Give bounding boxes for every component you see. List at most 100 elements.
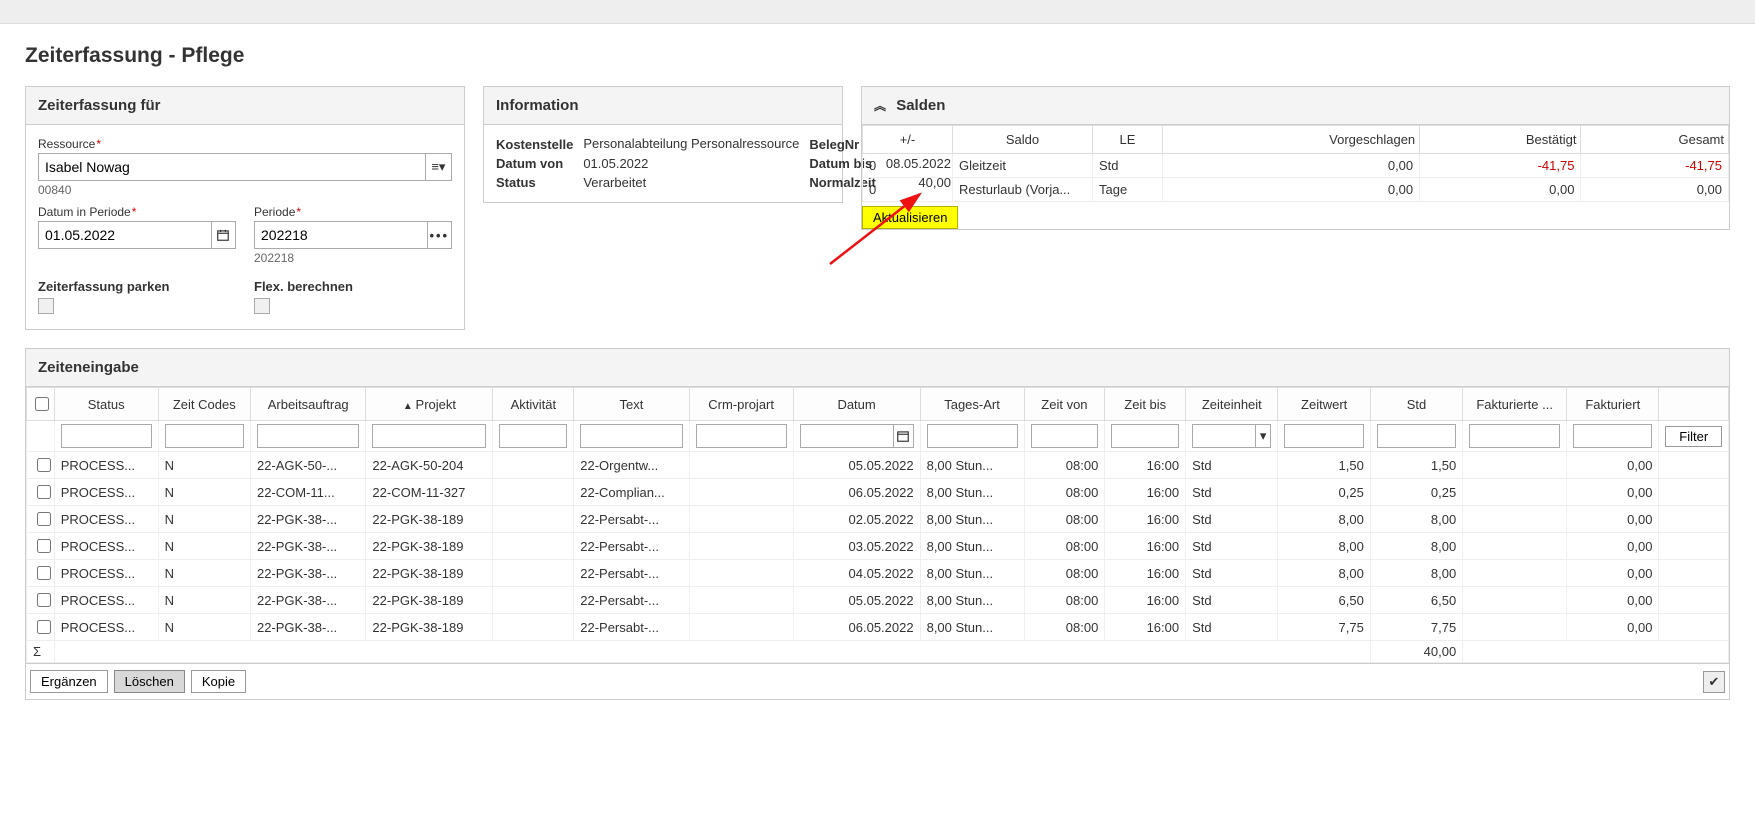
- filter-einheit-dd[interactable]: ▾: [1256, 424, 1272, 448]
- table-row[interactable]: PROCESS...N22-PGK-38-...22-PGK-38-18922-…: [27, 587, 1729, 614]
- sal-le: Std: [1093, 154, 1163, 178]
- cell-projekt: 22-PGK-38-189: [366, 560, 493, 587]
- filter-von[interactable]: [1031, 424, 1099, 448]
- sal-h-le[interactable]: LE: [1093, 126, 1163, 154]
- grid-h-von[interactable]: Zeit von: [1024, 388, 1105, 421]
- filter-status[interactable]: [61, 424, 152, 448]
- grid-h-wert[interactable]: Zeitwert: [1278, 388, 1370, 421]
- cell-crm: [689, 479, 793, 506]
- grid-h-select[interactable]: [27, 388, 55, 421]
- grid-h-bis[interactable]: Zeit bis: [1105, 388, 1186, 421]
- cell-text: 22-Persabt-...: [574, 560, 689, 587]
- table-row[interactable]: PROCESS...N22-AGK-50-...22-AGK-50-20422-…: [27, 452, 1729, 479]
- cell-von: 08:00: [1024, 479, 1105, 506]
- select-all-checkbox[interactable]: [35, 397, 49, 411]
- cell-aktiv: [493, 452, 574, 479]
- table-row[interactable]: PROCESS...N22-PGK-38-...22-PGK-38-18922-…: [27, 533, 1729, 560]
- cell-codes: N: [158, 479, 250, 506]
- add-button[interactable]: Ergänzen: [30, 670, 108, 693]
- filter-fakt[interactable]: [1573, 424, 1652, 448]
- cell-fakt: 0,00: [1567, 560, 1659, 587]
- flex-checkbox[interactable]: [254, 298, 270, 314]
- refresh-button[interactable]: Aktualisieren: [862, 206, 958, 229]
- grid-confirm-button[interactable]: ✔: [1703, 671, 1725, 693]
- ressource-input[interactable]: [38, 153, 426, 181]
- filter-codes[interactable]: [165, 424, 244, 448]
- ressource-sub: 00840: [38, 183, 452, 197]
- sal-h-best[interactable]: Bestätigt: [1420, 126, 1581, 154]
- table-row[interactable]: PROCESS...N22-COM-11...22-COM-11-32722-C…: [27, 479, 1729, 506]
- grid-h-status[interactable]: Status: [54, 388, 158, 421]
- row-checkbox[interactable]: [37, 458, 51, 472]
- panel3-header[interactable]: ︽ Salden: [862, 87, 1729, 125]
- filter-button[interactable]: Filter: [1665, 426, 1722, 447]
- grid-h-tagesart[interactable]: Tages-Art: [920, 388, 1024, 421]
- row-checkbox[interactable]: [37, 620, 51, 634]
- cell-bis: 16:00: [1105, 452, 1186, 479]
- datum-calendar-button[interactable]: [212, 221, 236, 249]
- cell-text: 22-Orgentw...: [574, 452, 689, 479]
- cell-std: 8,00: [1370, 533, 1462, 560]
- table-row[interactable]: PROCESS...N22-PGK-38-...22-PGK-38-18922-…: [27, 614, 1729, 641]
- grid-h-projekt[interactable]: Projekt: [366, 388, 493, 421]
- sal-h-pm[interactable]: +/-: [863, 126, 953, 154]
- sal-saldo: Gleitzeit: [953, 154, 1093, 178]
- park-checkbox[interactable]: [38, 298, 54, 314]
- sal-pm: 0: [863, 178, 953, 202]
- copy-button[interactable]: Kopie: [191, 670, 246, 693]
- cell-wert: 8,00: [1278, 533, 1370, 560]
- grid-h-std[interactable]: Std: [1370, 388, 1462, 421]
- filter-datum[interactable]: [800, 424, 894, 448]
- ressource-lookup-button[interactable]: ≡▾: [426, 153, 452, 181]
- filter-text[interactable]: [580, 424, 682, 448]
- filter-std[interactable]: [1377, 424, 1456, 448]
- calendar-icon: [896, 429, 910, 443]
- sal-h-vorg[interactable]: Vorgeschlagen: [1163, 126, 1420, 154]
- sal-h-saldo[interactable]: Saldo: [953, 126, 1093, 154]
- status-label: Status: [496, 175, 573, 190]
- cell-fakts: [1463, 533, 1567, 560]
- row-checkbox[interactable]: [37, 593, 51, 607]
- datum-input[interactable]: [38, 221, 212, 249]
- row-checkbox[interactable]: [37, 539, 51, 553]
- row-checkbox[interactable]: [37, 566, 51, 580]
- sal-h-ges[interactable]: Gesamt: [1581, 126, 1729, 154]
- von-label: Datum von: [496, 156, 573, 171]
- filter-datum-cal-button[interactable]: [894, 424, 914, 448]
- app-top-bar: [0, 0, 1755, 24]
- periode-lookup-button[interactable]: •••: [428, 221, 452, 249]
- cell-std: 8,00: [1370, 560, 1462, 587]
- grid-h-crm[interactable]: Crm-projart: [689, 388, 793, 421]
- grid-h-fakt[interactable]: Fakturiert: [1567, 388, 1659, 421]
- grid-h-aktiv[interactable]: Aktivität: [493, 388, 574, 421]
- grid-h-einheit[interactable]: Zeiteinheit: [1186, 388, 1278, 421]
- filter-bis[interactable]: [1111, 424, 1179, 448]
- cell-std: 8,00: [1370, 506, 1462, 533]
- filter-aktiv[interactable]: [499, 424, 567, 448]
- grid-h-text[interactable]: Text: [574, 388, 689, 421]
- periode-input[interactable]: [254, 221, 428, 249]
- filter-wert[interactable]: [1284, 424, 1363, 448]
- row-checkbox[interactable]: [37, 485, 51, 499]
- table-row[interactable]: PROCESS...N22-PGK-38-...22-PGK-38-18922-…: [27, 560, 1729, 587]
- filter-auftrag[interactable]: [257, 424, 359, 448]
- salden-row[interactable]: 0GleitzeitStd0,00-41,75-41,75: [863, 154, 1729, 178]
- cell-status: PROCESS...: [54, 506, 158, 533]
- filter-projekt[interactable]: [372, 424, 486, 448]
- grid-h-datum[interactable]: Datum: [793, 388, 920, 421]
- grid-h-auftrag[interactable]: Arbeitsauftrag: [250, 388, 365, 421]
- cell-fakt: 0,00: [1567, 587, 1659, 614]
- cell-codes: N: [158, 452, 250, 479]
- delete-button[interactable]: Löschen: [114, 670, 185, 693]
- filter-einheit[interactable]: [1192, 424, 1256, 448]
- cell-status: PROCESS...: [54, 614, 158, 641]
- salden-row[interactable]: 0Resturlaub (Vorja...Tage0,000,000,00: [863, 178, 1729, 202]
- grid-h-codes[interactable]: Zeit Codes: [158, 388, 250, 421]
- cell-aktiv: [493, 560, 574, 587]
- filter-tagesart[interactable]: [927, 424, 1018, 448]
- table-row[interactable]: PROCESS...N22-PGK-38-...22-PGK-38-18922-…: [27, 506, 1729, 533]
- filter-crm[interactable]: [696, 424, 787, 448]
- grid-h-fakts[interactable]: Fakturierte ...: [1463, 388, 1567, 421]
- filter-fakts[interactable]: [1469, 424, 1560, 448]
- row-checkbox[interactable]: [37, 512, 51, 526]
